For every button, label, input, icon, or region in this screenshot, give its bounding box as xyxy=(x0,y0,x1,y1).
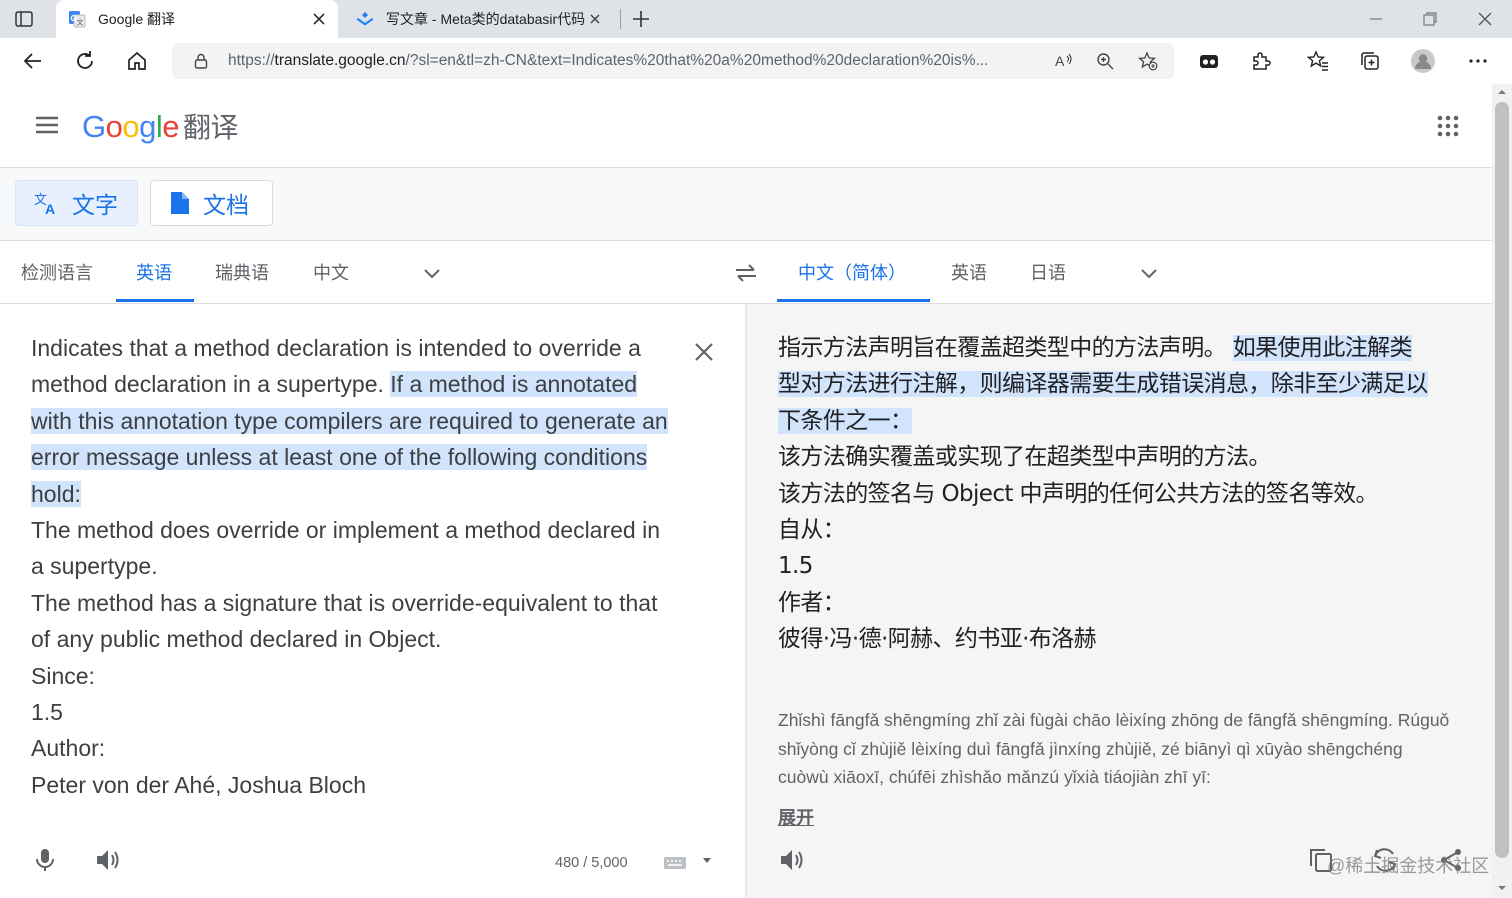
target-selected-indicator xyxy=(777,299,930,302)
expand-link[interactable]: 展开 xyxy=(778,804,814,830)
translation-output: 指示方法声明旨在覆盖超类型中的方法声明。 如果使用此注解类型对方法进行注解，则编… xyxy=(778,330,1428,658)
target-lang-english[interactable]: 英语 xyxy=(951,259,987,285)
tab-separator xyxy=(620,9,621,29)
apps-grid-icon[interactable] xyxy=(1436,114,1460,138)
read-aloud-icon[interactable]: A xyxy=(1054,51,1074,71)
url-text[interactable]: https://translate.google.cn/?sl=en&tl=zh… xyxy=(228,52,988,70)
chevron-down-icon[interactable] xyxy=(420,261,444,285)
juejin-favicon xyxy=(356,12,374,26)
favorites-icon[interactable] xyxy=(1306,49,1330,73)
swap-languages-icon[interactable] xyxy=(732,259,760,287)
keyboard-icon[interactable] xyxy=(662,852,688,872)
speaker-icon[interactable] xyxy=(778,846,806,874)
target-text: 1.5 xyxy=(778,553,813,580)
translate-page: Google 翻译 文A 文字 文档 检测语言 英语 瑞典语 中文 中文（简体） … xyxy=(0,84,1492,898)
target-lang-chinese-simplified[interactable]: 中文（简体） xyxy=(798,259,906,285)
more-icon[interactable] xyxy=(1466,49,1490,73)
source-text: Author: xyxy=(31,735,106,762)
lock-icon[interactable] xyxy=(192,52,210,70)
target-text: 指示方法声明旨在覆盖超类型中的方法声明。 xyxy=(778,335,1233,361)
puzzle-icon[interactable] xyxy=(1249,49,1273,73)
close-icon[interactable] xyxy=(310,10,328,28)
target-text: 自从： xyxy=(778,517,846,544)
target-text: 该方法确实覆盖或实现了在超类型中声明的方法。 xyxy=(778,444,1271,471)
profile-icon[interactable] xyxy=(1411,49,1435,73)
tab-title: 写文章 - Meta类的databasir代码 xyxy=(386,11,586,27)
address-bar[interactable]: https://translate.google.cn/?sl=en&tl=zh… xyxy=(172,43,1174,79)
tab-actions-icon[interactable] xyxy=(14,9,34,29)
scroll-up-icon[interactable] xyxy=(1498,88,1506,96)
favorite-add-icon[interactable] xyxy=(1138,51,1158,71)
document-icon xyxy=(171,192,189,214)
text-mode-button[interactable]: 文A 文字 xyxy=(15,180,138,226)
home-icon[interactable] xyxy=(125,49,149,73)
window-close-icon[interactable] xyxy=(1476,10,1494,28)
source-panel: Indicates that a method declaration is i… xyxy=(0,304,745,898)
zoom-icon[interactable] xyxy=(1095,51,1115,71)
transliteration-text: Zhǐshì fāngfǎ shēngmíng zhǐ zài fùgài ch… xyxy=(778,710,1450,787)
source-text: Peter von der Ahé, Joshua Bloch xyxy=(31,771,366,798)
source-lang-swedish[interactable]: 瑞典语 xyxy=(215,259,269,285)
target-panel: 指示方法声明旨在覆盖超类型中的方法声明。 如果使用此注解类型对方法进行注解，则编… xyxy=(747,304,1492,898)
svg-text:A: A xyxy=(45,201,55,216)
minimize-icon[interactable] xyxy=(1367,10,1385,28)
clear-text-icon[interactable] xyxy=(692,340,716,364)
watermark: @稀土掘金技术社区 xyxy=(1327,856,1490,876)
source-lang-detect[interactable]: 检测语言 xyxy=(21,259,93,285)
browser-tab-bar: G文 Google 翻译 写文章 - Meta类的databasir代码 xyxy=(0,0,1512,38)
reload-icon[interactable] xyxy=(73,49,97,73)
scroll-down-icon[interactable] xyxy=(1498,884,1506,892)
target-text: 作者： xyxy=(778,589,846,616)
text-mode-label: 文字 xyxy=(72,192,118,218)
plus-icon[interactable] xyxy=(630,8,652,30)
restore-icon[interactable] xyxy=(1421,10,1439,28)
language-bar: 检测语言 英语 瑞典语 中文 中文（简体） 英语 日语 xyxy=(0,241,1492,304)
character-count: 480 / 5,000 xyxy=(555,855,628,871)
microphone-icon[interactable] xyxy=(31,846,59,874)
source-textarea[interactable]: Indicates that a method declaration is i… xyxy=(31,330,671,803)
document-mode-label: 文档 xyxy=(203,192,249,218)
hamburger-menu-icon[interactable] xyxy=(34,114,60,136)
document-mode-button[interactable]: 文档 xyxy=(150,180,273,226)
target-text: 该方法的签名与 Object 中声明的任何公共方法的签名等效。 xyxy=(778,480,1379,507)
source-selected-indicator xyxy=(116,299,194,302)
browser-toolbar: https://translate.google.cn/?sl=en&tl=zh… xyxy=(0,38,1512,85)
target-text: 彼得·冯·德·阿赫、约书亚·布洛赫 xyxy=(778,626,1097,653)
source-lang-english[interactable]: 英语 xyxy=(136,259,172,285)
google-translate-favicon: G文 xyxy=(69,11,86,28)
page-scrollbar[interactable] xyxy=(1492,84,1512,898)
source-lang-chinese[interactable]: 中文 xyxy=(313,259,349,285)
svg-text:A: A xyxy=(1055,53,1065,69)
tab-title: Google 翻译 xyxy=(98,11,176,27)
logo-product: 翻译 xyxy=(183,112,239,143)
extension-icon[interactable] xyxy=(1197,49,1221,73)
tab-juejin-editor[interactable]: 写文章 - Meta类的databasir代码 xyxy=(344,0,614,38)
translate-icon: 文A xyxy=(34,193,55,216)
source-text: 1.5 xyxy=(31,699,63,726)
logo-wordmark: Google xyxy=(82,109,180,144)
mode-bar: 文A 文字 文档 xyxy=(0,168,1492,241)
target-lang-japanese[interactable]: 日语 xyxy=(1030,259,1066,285)
source-text: The method does override or implement a … xyxy=(31,517,661,580)
collections-icon[interactable] xyxy=(1358,49,1382,73)
svg-text:文: 文 xyxy=(77,18,84,27)
scrollbar-thumb[interactable] xyxy=(1495,102,1509,858)
chevron-down-icon[interactable] xyxy=(1137,261,1161,285)
app-header: Google 翻译 xyxy=(0,84,1492,168)
close-icon[interactable] xyxy=(586,10,604,28)
source-text: The method has a signature that is overr… xyxy=(31,589,658,653)
google-translate-logo[interactable]: Google 翻译 xyxy=(82,106,239,146)
tab-google-translate[interactable]: G文 Google 翻译 xyxy=(56,0,338,38)
back-icon[interactable] xyxy=(21,49,45,73)
source-text: Since: xyxy=(31,662,95,689)
speaker-icon[interactable] xyxy=(94,846,122,874)
chevron-down-icon[interactable] xyxy=(701,854,713,866)
